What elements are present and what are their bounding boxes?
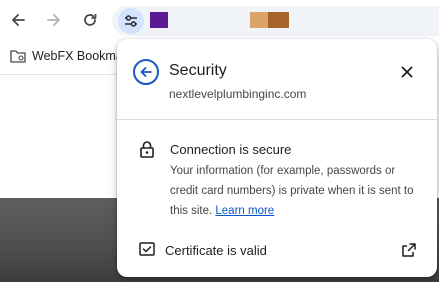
back-button[interactable]	[8, 10, 28, 30]
forward-button[interactable]	[44, 10, 64, 30]
security-popup: Security nextlevelplumbinginc.com Connec…	[117, 39, 437, 277]
certificate-label: Certificate is valid	[165, 243, 267, 258]
redacted-block	[268, 12, 289, 28]
lock-icon	[140, 141, 154, 158]
redacted-block	[250, 12, 268, 28]
learn-more-link[interactable]: Learn more	[215, 205, 274, 217]
arrow-right-icon	[47, 14, 60, 26]
bookmark-label: WebFX Bookma	[32, 49, 123, 63]
connection-status-title: Connection is secure	[170, 142, 292, 157]
open-in-new-icon[interactable]	[401, 242, 417, 258]
certificate-row[interactable]: Certificate is valid	[117, 235, 437, 265]
connection-description: Your information (for example, passwords…	[170, 161, 418, 221]
popup-back-button[interactable]	[133, 59, 159, 85]
arrow-left-icon	[140, 67, 152, 77]
divider	[117, 119, 437, 120]
site-domain: nextlevelplumbinginc.com	[169, 87, 307, 101]
tune-icon	[125, 15, 137, 27]
folder-icon	[10, 50, 26, 63]
close-icon	[401, 66, 413, 78]
arrow-left-icon	[12, 14, 25, 26]
browser-toolbar	[0, 0, 439, 42]
connection-description-text: Your information (for example, passwords…	[170, 165, 414, 217]
bookmark-folder[interactable]: WebFX Bookma	[10, 49, 123, 63]
popup-title: Security	[169, 62, 227, 79]
close-button[interactable]	[399, 64, 415, 80]
reload-button[interactable]	[80, 10, 100, 30]
reload-icon	[84, 14, 97, 26]
site-info-button[interactable]	[118, 8, 144, 34]
certificate-icon	[139, 242, 155, 256]
redacted-block	[150, 12, 168, 28]
